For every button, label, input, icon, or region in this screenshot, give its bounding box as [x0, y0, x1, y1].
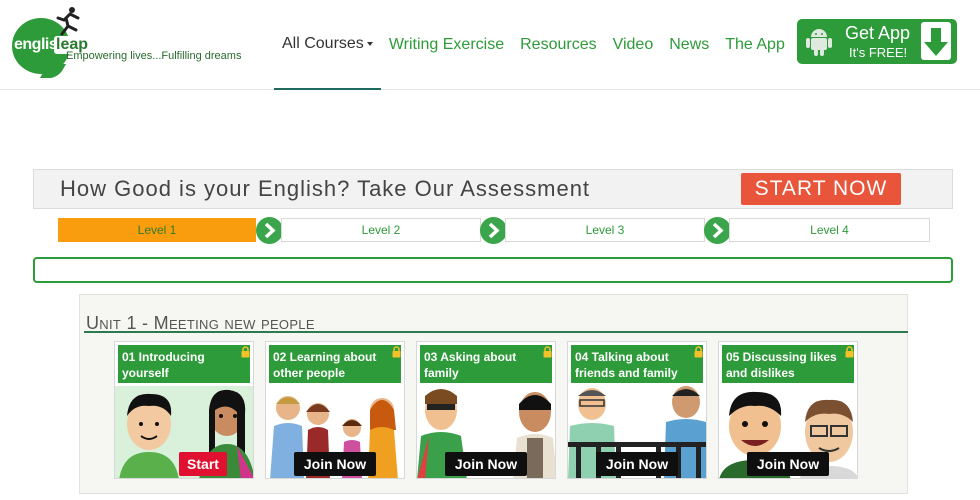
lesson-card-01[interactable]: 01 Introducing yourself Start — [114, 341, 254, 479]
level-stepper: Level 1 Level 2 Level 3 Level 4 — [58, 217, 930, 244]
nav-all-courses[interactable]: All Courses — [274, 0, 381, 90]
lock-icon — [543, 346, 552, 358]
progress-box — [33, 257, 953, 283]
level-3-tab[interactable]: Level 3 — [505, 218, 705, 242]
level-4-tab[interactable]: Level 4 — [729, 218, 930, 242]
runner-icon — [56, 7, 80, 36]
nav-the-app[interactable]: The App — [717, 0, 793, 90]
nav-news[interactable]: News — [661, 0, 717, 90]
join-now-button[interactable]: Join Now — [747, 452, 829, 476]
lesson-card-03[interactable]: 03 Asking about family Join Now — [416, 341, 556, 479]
lesson-card-05[interactable]: 05 Discussing likes and dislikes Join No… — [718, 341, 858, 479]
start-button[interactable]: Start — [179, 452, 227, 476]
lesson-title: 04 Talking about friends and family — [571, 345, 703, 383]
join-now-button[interactable]: Join Now — [294, 452, 376, 476]
site-header: english leap Empowering lives...Fulfilli… — [0, 0, 980, 90]
lock-icon — [694, 346, 703, 358]
start-now-button[interactable]: START NOW — [741, 173, 901, 205]
lesson-title: 05 Discussing likes and dislikes — [722, 345, 854, 383]
get-app-title: Get App — [845, 23, 911, 43]
main-nav: All Courses Writing Exercise Resources V… — [274, 0, 793, 90]
nav-writing-exercise[interactable]: Writing Exercise — [381, 0, 512, 90]
get-app-button[interactable]: Get App It's FREE! — [797, 19, 957, 64]
lesson-card-02[interactable]: 02 Learning about other people Join Now — [265, 341, 405, 479]
caret-down-icon — [366, 42, 373, 46]
lock-icon — [392, 346, 401, 358]
android-icon — [806, 29, 832, 56]
chevron-right-icon — [704, 217, 731, 244]
chevron-right-icon — [480, 217, 507, 244]
lesson-title: 01 Introducing yourself — [118, 345, 250, 383]
get-app-subtitle: It's FREE! — [849, 45, 908, 60]
assessment-text: How Good is your English? Take Our Asses… — [60, 176, 591, 201]
nav-video[interactable]: Video — [605, 0, 662, 90]
unit-panel: Unit 1 - Meeting new people 01 Introduci… — [79, 294, 908, 494]
lock-icon — [845, 346, 854, 358]
englishleap-logo[interactable]: english leap Empowering lives...Fulfilli… — [8, 6, 248, 78]
chevron-right-icon — [256, 217, 283, 244]
level-1-tab[interactable]: Level 1 — [58, 218, 256, 242]
join-now-button[interactable]: Join Now — [596, 452, 678, 476]
lock-icon — [241, 346, 250, 358]
nav-resources[interactable]: Resources — [512, 0, 604, 90]
join-now-button[interactable]: Join Now — [445, 452, 527, 476]
lesson-title: 02 Learning about other people — [269, 345, 401, 383]
level-2-tab[interactable]: Level 2 — [281, 218, 481, 242]
tagline: Empowering lives...Fulfilling dreams — [66, 50, 242, 62]
lesson-card-04[interactable]: 04 Talking about friends and family Join… — [567, 341, 707, 479]
download-arrow-icon — [921, 22, 951, 60]
lesson-title: 03 Asking about family — [420, 345, 552, 383]
page: english leap Empowering lives...Fulfilli… — [0, 0, 980, 500]
assessment-banner: How Good is your English? Take Our Asses… — [33, 169, 953, 209]
